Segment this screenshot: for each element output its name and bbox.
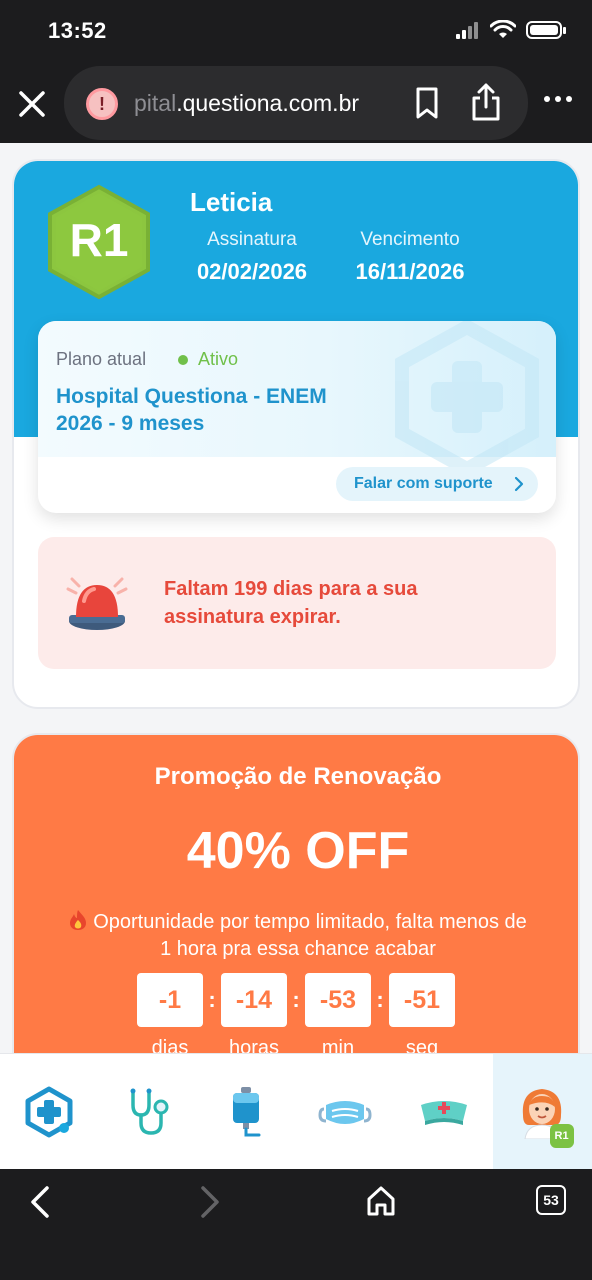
- mask-icon: [318, 1101, 372, 1124]
- share-icon[interactable]: [470, 82, 502, 122]
- home-icon: [25, 1086, 73, 1138]
- home-browser-icon[interactable]: [366, 1185, 396, 1217]
- chevron-right-icon: [514, 476, 524, 492]
- countdown-timer: -1 dias : -14 horas : -53 min : -51 seg: [137, 973, 455, 1053]
- expiry-date: 16/11/2026: [355, 259, 465, 284]
- countdown-seconds: -51 seg: [389, 973, 455, 1053]
- expiry-date-group: Vencimento 16/11/2026: [348, 229, 472, 285]
- bookmark-icon[interactable]: [414, 86, 440, 120]
- status-time: 13:52: [48, 18, 107, 43]
- nav-nurse-cap[interactable]: [394, 1054, 493, 1170]
- promo-card: Promoção de Renovação 40% OFF Oportunida…: [12, 733, 580, 1053]
- fire-icon: [70, 910, 87, 930]
- url-text[interactable]: pital.questiona.com.br: [134, 90, 359, 117]
- countdown-separator: :: [292, 987, 300, 1012]
- status-icons: [456, 20, 566, 40]
- page-content: R1 Leticia Assinatura 02/02/2026 Vencime…: [0, 143, 592, 1053]
- expiry-alert: Faltam 199 dias para a sua assinatura ex…: [38, 537, 556, 669]
- plan-status-text: Ativo: [198, 349, 239, 369]
- level-badge-text: R1: [69, 214, 129, 266]
- nav-stethoscope[interactable]: [99, 1054, 198, 1170]
- avatar-level-badge: R1: [549, 1124, 574, 1148]
- countdown-minutes-value: -53: [305, 973, 371, 1027]
- alert-text: Faltam 199 dias para a sua assinatura ex…: [164, 578, 418, 628]
- url-faded: pital: [134, 90, 177, 116]
- plan-name: Hospital Questiona - ENEM 2026 - 9 meses: [56, 385, 327, 435]
- nurse-cap-icon: [420, 1101, 467, 1125]
- browser-bottom-bar: 53: [0, 1169, 592, 1280]
- warning-icon[interactable]: !: [86, 88, 118, 120]
- wifi-icon: [490, 20, 516, 38]
- browser-top-bar: 13:52 ! pital.questiona.com.br: [0, 0, 592, 143]
- url-domain: .questiona.com.br: [176, 90, 360, 116]
- app-bottom-nav: R1: [0, 1053, 592, 1170]
- cellular-signal-icon: [456, 21, 480, 39]
- support-button-label: Falar com suporte: [354, 475, 493, 492]
- promo-message: Oportunidade por tempo limitado, falta m…: [64, 909, 532, 963]
- hospital-cross-icon: [395, 321, 539, 471]
- countdown-minutes-label: min: [321, 1037, 355, 1053]
- nav-home[interactable]: [0, 1054, 99, 1170]
- subscription-label: Assinatura: [207, 229, 297, 250]
- nav-profile[interactable]: R1: [492, 1054, 592, 1170]
- profile-card: R1 Leticia Assinatura 02/02/2026 Vencime…: [12, 159, 580, 709]
- back-arrow-icon[interactable]: [28, 1185, 52, 1219]
- countdown-days: -1 dias: [137, 973, 203, 1053]
- countdown-minutes: -53 min: [305, 973, 371, 1053]
- countdown-hours: -14 horas: [221, 973, 287, 1053]
- status-dot-icon: [178, 354, 188, 365]
- countdown-seconds-label: seg: [405, 1037, 439, 1053]
- forward-arrow-icon[interactable]: [198, 1185, 222, 1219]
- plan-label: Plano atual: [56, 349, 147, 369]
- plan-card: Plano atual Ativo Hospital Questiona - E…: [38, 321, 556, 513]
- countdown-separator: :: [376, 987, 384, 1012]
- countdown-separator: :: [208, 987, 216, 1012]
- countdown-days-label: dias: [151, 1037, 189, 1053]
- nav-mask[interactable]: [296, 1054, 395, 1170]
- siren-icon: [66, 577, 128, 630]
- countdown-seconds-value: -51: [389, 973, 455, 1027]
- nav-iv-bag[interactable]: [197, 1054, 296, 1170]
- countdown-hours-value: -14: [221, 973, 287, 1027]
- iv-bag-icon: [233, 1087, 261, 1137]
- promo-title: Promoção de Renovação: [154, 763, 442, 790]
- battery-icon: [526, 21, 566, 39]
- support-button[interactable]: Falar com suporte: [336, 467, 538, 501]
- tabs-count-button[interactable]: 53: [536, 1185, 566, 1215]
- subscription-date: 02/02/2026: [196, 259, 308, 284]
- expiry-label: Vencimento: [360, 229, 460, 250]
- user-name: Leticia: [190, 187, 273, 217]
- stethoscope-icon: [130, 1088, 169, 1135]
- countdown-days-value: -1: [137, 973, 203, 1027]
- promo-discount: 40% OFF: [186, 822, 410, 880]
- countdown-hours-label: horas: [228, 1037, 280, 1053]
- close-icon[interactable]: [16, 88, 48, 120]
- plan-status: Ativo: [178, 349, 238, 370]
- more-options-icon[interactable]: [544, 96, 574, 106]
- promo-message-text: Oportunidade por tempo limitado, falta m…: [93, 911, 527, 960]
- subscription-date-group: Assinatura 02/02/2026: [190, 229, 314, 285]
- address-bar[interactable]: ! pital.questiona.com.br: [64, 66, 528, 140]
